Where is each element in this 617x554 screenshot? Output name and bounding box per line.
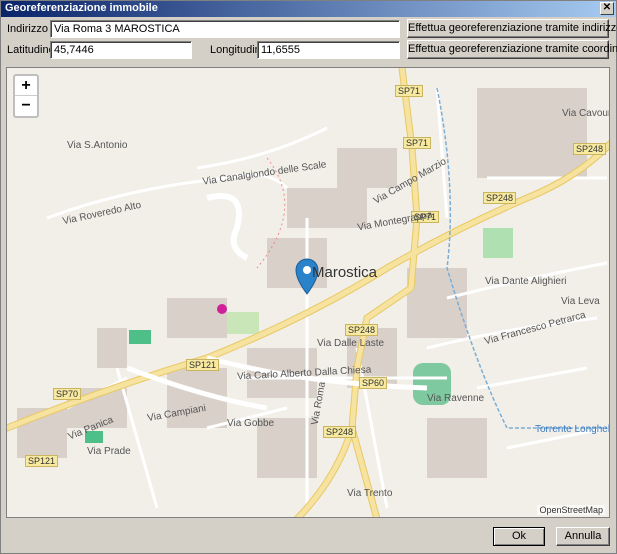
road-shield: SP248 xyxy=(345,324,379,336)
ok-button[interactable]: Ok xyxy=(493,527,545,546)
street-label: Via Cavour xyxy=(562,108,610,119)
hospital-icon xyxy=(217,304,227,314)
longitude-field[interactable]: 11,6555 xyxy=(257,41,400,59)
road-shield: SP71 xyxy=(395,85,424,97)
road-shield: SP248 xyxy=(573,143,607,155)
street-label: Via Trento xyxy=(347,488,393,499)
address-field[interactable]: Via Roma 3 MAROSTICA xyxy=(50,20,400,38)
geocode-address-button[interactable]: Effettua georeferenziazione tramite indi… xyxy=(407,19,617,38)
road-shield: SP248 xyxy=(483,192,517,204)
title-bar: Georeferenziazione immobile ✕ xyxy=(1,1,616,17)
window-title: Georeferenziazione immobile xyxy=(5,2,158,14)
street-label: Via Gobbe xyxy=(227,418,275,429)
town-label: Marostica xyxy=(312,264,378,281)
sports-field xyxy=(483,228,513,258)
latitude-field[interactable]: 45,7446 xyxy=(50,41,192,59)
close-button[interactable]: ✕ xyxy=(600,2,614,15)
street-label: Via Leva xyxy=(561,296,600,307)
zoom-in-button[interactable]: + xyxy=(15,76,37,96)
map-view[interactable]: + − Marostica SP71 SP71 SP71 SP248 SP248… xyxy=(6,67,610,518)
cancel-button[interactable]: Annulla xyxy=(556,527,610,546)
road-shield: SP71 xyxy=(403,137,432,149)
street-label: Via Dalle Laste xyxy=(317,338,385,349)
geocode-coords-button[interactable]: Effettua georeferenziazione tramite coor… xyxy=(407,40,617,59)
map-attribution: OpenStreetMap xyxy=(537,505,605,515)
park-area xyxy=(129,330,151,344)
zoom-out-button[interactable]: − xyxy=(15,96,37,116)
road-shield: SP121 xyxy=(186,359,220,371)
latitude-label: Latitudine xyxy=(7,44,55,56)
road-shield: SP70 xyxy=(53,388,82,400)
address-label: Indirizzo xyxy=(7,23,48,35)
street-label: Via Ravenne xyxy=(427,393,485,404)
zoom-control: + − xyxy=(13,74,39,118)
switchback-road xyxy=(206,193,249,261)
street-label: Via Prade xyxy=(87,446,131,457)
road-shield: SP60 xyxy=(359,377,388,389)
stream-label: Torrente Longhella xyxy=(535,424,610,435)
street-label: Via Dante Alighieri xyxy=(485,276,567,287)
road-shield: SP248 xyxy=(323,426,357,438)
georef-dialog: Georeferenziazione immobile ✕ Indirizzo … xyxy=(0,0,617,554)
street-label: Via S.Antonio xyxy=(67,140,128,151)
road-shield: SP121 xyxy=(25,455,59,467)
